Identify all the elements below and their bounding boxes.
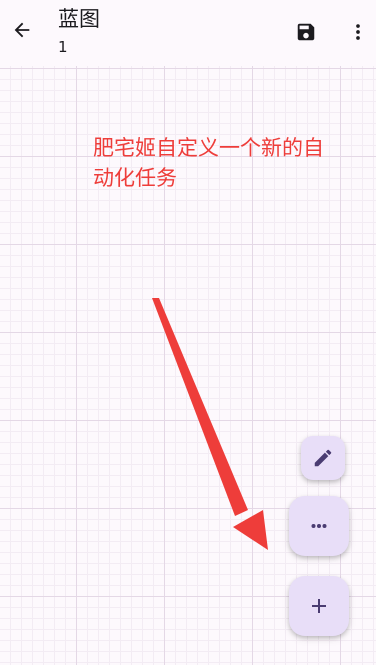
- back-button[interactable]: [2, 9, 42, 51]
- blueprint-screen: 蓝图 1 肥宅姬自定义一个新的自动化任务: [0, 0, 376, 665]
- more-actions-fab[interactable]: [289, 496, 349, 556]
- page-title: 蓝图: [58, 7, 100, 31]
- top-app-bar: 蓝图 1: [0, 0, 376, 66]
- edit-fab[interactable]: [301, 436, 345, 480]
- save-icon: [297, 23, 315, 41]
- arrow-shaft: [152, 298, 248, 516]
- arrow-back-icon: [14, 22, 30, 38]
- page-subtitle: 1: [58, 38, 68, 56]
- more-options-button[interactable]: [344, 12, 372, 52]
- arrow-head: [233, 510, 268, 550]
- save-button[interactable]: [289, 12, 323, 52]
- add-task-fab[interactable]: [289, 576, 349, 636]
- annotation-arrow: [152, 298, 268, 550]
- pencil-icon: [314, 449, 332, 467]
- more-vert-icon: [356, 24, 360, 40]
- more-horiz-icon: [311, 524, 327, 528]
- plus-icon: [312, 599, 326, 613]
